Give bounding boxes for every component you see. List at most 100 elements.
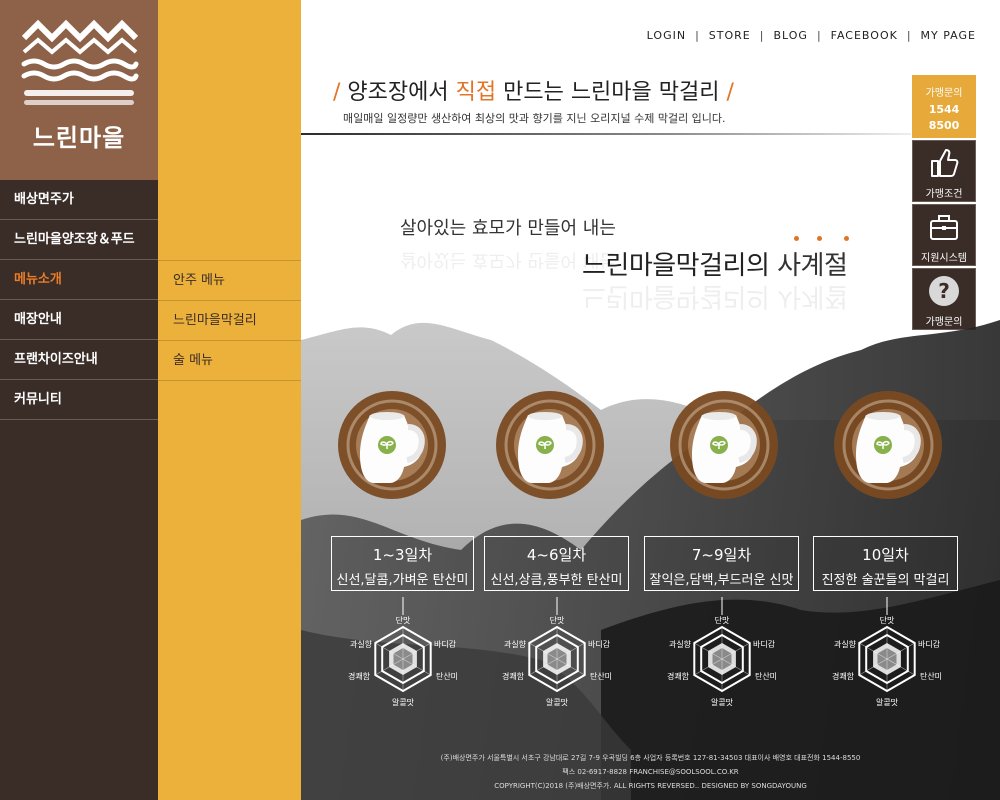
accent-dot [817, 236, 822, 241]
quick-button-support[interactable]: 지원시스템 [912, 204, 976, 266]
radar-label-top-left: 과실향 [834, 639, 857, 649]
stage-label-box: 4~6일차신선,상큼,풍부한 탄산미 [484, 536, 629, 591]
sub-nav-item[interactable]: 느린마을막걸리 [158, 301, 301, 341]
stage-description: 잘익은,담백,부드러운 신맛 [649, 573, 794, 588]
footer-line3: COPYRIGHT(C)2018 (주)배상면주가. ALL RIGHTS RE… [494, 782, 807, 790]
radar-label-top: 단맛 [880, 615, 895, 625]
radar-label-bottom-right: 탄산미 [920, 671, 942, 681]
sidebar: 느린마을 배상면주가 느린마을양조장＆푸드 메뉴소개 매장안내 프랜차이즈안내 커뮤니티 [0, 0, 158, 800]
sub-nav-item[interactable]: 안주 메뉴 [158, 261, 301, 301]
headline-part1: 양조장에서 [347, 80, 456, 105]
top-link-separator: | [816, 29, 822, 42]
radar-label-bottom-left: 경쾌함 [502, 671, 525, 681]
main-nav-item[interactable]: 배상면주가 [0, 180, 158, 220]
quick-call-number-1: 1544 [928, 103, 960, 116]
radar-label-bottom-left: 경쾌함 [348, 671, 371, 681]
stage-description: 신선,달콤,가벼운 탄산미 [336, 573, 469, 588]
quick-call-number-2: 8500 [928, 119, 960, 132]
headline-part2: 만드는 느린마을 막걸리 [496, 80, 720, 105]
radar-label-top-right: 바디감 [588, 639, 611, 649]
radar-label-bottom: 알콜맛 [711, 697, 734, 707]
stage-label-box: 1~3일차신선,달콤,가벼운 탄산미 [331, 536, 474, 591]
flavor-radar: 단맛과실향 바디감경쾌함 탄산미알콜맛 [667, 597, 777, 707]
makgeolli-jug-icon [670, 391, 778, 499]
top-links: LOGIN | STORE | BLOG | FACEBOOK | MY PAGE [647, 29, 976, 42]
main-nav: 배상면주가 느린마을양조장＆푸드 메뉴소개 매장안내 프랜차이즈안내 커뮤니티 [0, 180, 158, 420]
tagline-line1: 살아있는 효모가 만들어 내는 [400, 218, 616, 239]
main-nav-item[interactable]: 메뉴소개 [0, 260, 158, 300]
quick-button-conditions-label: 가맹조건 [925, 189, 963, 200]
main-nav-item[interactable]: 느린마을양조장＆푸드 [0, 220, 158, 260]
logo[interactable]: 느린마을 [0, 0, 158, 180]
tagline-line2b: 사계절 [777, 251, 848, 281]
stage-day: 1~3일차 [372, 546, 433, 564]
stage-day: 4~6일차 [526, 546, 587, 564]
radar-label-bottom-left: 경쾌함 [667, 671, 690, 681]
quick-call-button[interactable]: 가맹문의 1544 8500 [912, 75, 976, 138]
headline-slash-right: / [726, 80, 734, 105]
radar-label-bottom-right: 탄산미 [436, 671, 458, 681]
flavor-radar: 단맛과실향 바디감경쾌함 탄산미알콜맛 [502, 597, 612, 707]
stage-label-box: 7~9일차잘익은,담백,부드러운 신맛 [644, 536, 799, 591]
sub-nav-item[interactable]: 술 메뉴 [158, 341, 301, 381]
flavor-radar: 단맛과실향 바디감경쾌함 탄산미알콜맛 [348, 597, 458, 707]
accent-dot [844, 236, 849, 241]
radar-label-bottom-left: 경쾌함 [832, 671, 855, 681]
radar-label-top: 단맛 [396, 615, 411, 625]
quick-bar: 가맹문의 1544 8500 가맹조건 지원시스템 ? 가맹문의 [912, 75, 976, 330]
footer-line1: (주)배상면주가 서울특별시 서초구 강남대로 27길 7-9 우곡빌딩 6층 … [440, 754, 861, 762]
briefcase-icon [930, 215, 958, 240]
page-root: 느린마을 배상면주가 느린마을양조장＆푸드 메뉴소개 매장안내 프랜차이즈안내 커뮤니티 … [0, 0, 1000, 800]
radar-label-top-right: 바디감 [918, 639, 941, 649]
headline-divider [301, 133, 911, 135]
main-nav-item[interactable]: 프랜차이즈안내 [0, 340, 158, 380]
top-link-separator: | [695, 29, 700, 42]
stage-description: 진정한 술꾼들의 막걸리 [821, 573, 950, 588]
main-nav-item[interactable]: 커뮤니티 [0, 380, 158, 420]
tagline-line2: 느린마을막걸리의 사계절 [582, 245, 848, 282]
makgeolli-jug-icon [338, 391, 446, 499]
headline-highlight: 직접 [455, 80, 497, 105]
radar-label-top-right: 바디감 [434, 639, 457, 649]
top-link[interactable]: MY PAGE [921, 29, 976, 42]
quick-button-conditions[interactable]: 가맹조건 [912, 140, 976, 202]
stage-day: 7~9일차 [691, 546, 752, 564]
makgeolli-jug-icon [834, 391, 942, 499]
radar-label-bottom-right: 탄산미 [590, 671, 612, 681]
quick-button-support-label: 지원시스템 [921, 253, 967, 264]
top-link[interactable]: LOGIN [647, 29, 686, 42]
flavor-radar: 단맛과실향 바디감경쾌함 탄산미알콜맛 [832, 597, 942, 707]
logo-mark-icon [21, 19, 139, 105]
footer: (주)배상면주가 서울특별시 서초구 강남대로 27길 7-9 우곡빌딩 6층 … [301, 751, 1000, 793]
stage-day: 10일차 [862, 546, 909, 564]
footer-line2: 팩스 02-6917-8828 FRANCHISE@SOOLSOOL.CO.KR [562, 768, 739, 776]
headline: / 양조장에서 직접 만드는 느린마을 막걸리 / [333, 74, 734, 106]
radar-label-top: 단맛 [715, 615, 730, 625]
radar-label-bottom: 알콜맛 [546, 697, 569, 707]
radar-label-top-left: 과실향 [350, 639, 373, 649]
top-link[interactable]: BLOG [773, 29, 807, 42]
stage-description: 신선,상큼,풍부한 탄산미 [490, 573, 623, 588]
accent-dot [794, 236, 799, 241]
thumbs-up-icon [931, 149, 959, 177]
top-link-separator: | [906, 29, 912, 42]
main-nav-item[interactable]: 매장안내 [0, 300, 158, 340]
headline-subtext: 매일매일 일정량만 생산하여 최상의 맛과 향기를 지닌 오리지널 수제 막걸리… [343, 112, 726, 125]
top-link[interactable]: STORE [709, 29, 751, 42]
logo-text: 느린마을 [32, 124, 126, 152]
radar-label-top-left: 과실향 [669, 639, 692, 649]
radar-label-top: 단맛 [550, 615, 565, 625]
radar-label-top-left: 과실향 [504, 639, 527, 649]
sub-nav-list: 안주 메뉴 느린마을막걸리 술 메뉴 [158, 260, 301, 381]
sub-nav: 안주 메뉴 느린마을막걸리 술 메뉴 [158, 0, 301, 800]
radar-label-bottom-right: 탄산미 [755, 671, 777, 681]
radar-label-top-right: 바디감 [753, 639, 776, 649]
makgeolli-jug-icon [496, 391, 604, 499]
radar-label-bottom: 알콜맛 [876, 697, 899, 707]
radar-label-bottom: 알콜맛 [392, 697, 415, 707]
top-link[interactable]: FACEBOOK [831, 29, 898, 42]
top-link-separator: | [759, 29, 765, 42]
headline-slash-left: / [333, 80, 341, 105]
quick-call-label: 가맹문의 [925, 88, 963, 99]
tagline-line2a: 느린마을막걸리의 [582, 251, 778, 281]
